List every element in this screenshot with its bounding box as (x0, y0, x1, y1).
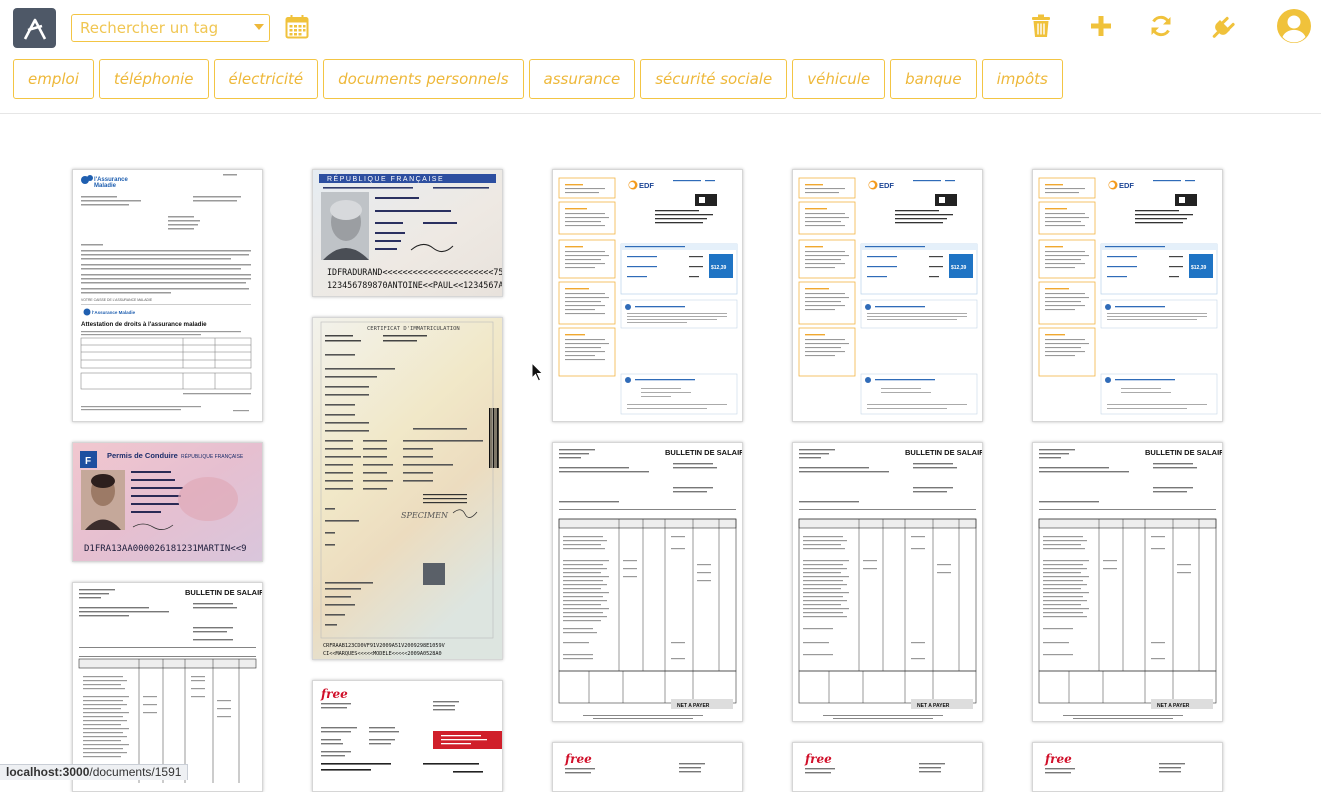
payslip-thumbnail: BULLETIN DE SALAIRE NET A PAYER (1033, 443, 1222, 721)
document-card-facture-edf[interactable]: EDF $12,39 (792, 169, 983, 422)
document-card-permis[interactable]: F Permis de Conduire RÉPUBLIQUE FRANÇAIS… (72, 442, 263, 562)
svg-text:Maladie: Maladie (94, 183, 117, 189)
refresh-icon[interactable] (1146, 10, 1176, 42)
chevron-down-icon[interactable] (254, 24, 264, 30)
svg-text:D1FRA13AA000026181231MARTIN<<9: D1FRA13AA000026181231MARTIN<<9 (84, 544, 247, 554)
svg-text:NET A PAYER: NET A PAYER (1157, 703, 1190, 709)
add-icon[interactable] (1086, 10, 1116, 42)
svg-text:VOTRE CAISSE DE L'ASSURANCE MA: VOTRE CAISSE DE L'ASSURANCE MALADIE (81, 298, 153, 302)
tag-button-electricite[interactable]: électricité (213, 59, 319, 99)
tag-button-emploi[interactable]: emploi (13, 59, 94, 99)
document-card-bulletin-salaire[interactable]: BULLETIN DE SALAIRE (72, 582, 263, 792)
edf-invoice-thumbnail: EDF $12,39 (553, 170, 742, 421)
svg-text:BULLETIN DE SALAIRE: BULLETIN DE SALAIRE (665, 448, 742, 457)
calendar-icon[interactable] (285, 14, 309, 39)
link-status-bar: localhost:3000/documents/1591 (0, 764, 189, 780)
payslip-thumbnail: BULLETIN DE SALAIRE NET A PAYER (553, 443, 742, 721)
svg-text:NET A PAYER: NET A PAYER (917, 703, 950, 709)
trash-icon[interactable] (1026, 10, 1056, 42)
svg-text:free: free (804, 752, 832, 766)
status-path: /documents/1591 (89, 765, 182, 779)
document-card-facture-edf[interactable]: EDF $12,39 (552, 169, 743, 422)
document-card-certificat-immatriculation[interactable]: CERTIFICAT D'IMMATRICULATION SPECIMEN CR… (312, 317, 503, 660)
document-card-facture-free[interactable]: free (792, 742, 983, 792)
status-host: localhost:3000 (6, 765, 90, 779)
tag-button-banque[interactable]: banque (890, 59, 977, 99)
top-bar (0, 0, 1321, 52)
document-card-bulletin-salaire[interactable]: BULLETIN DE SALAIRE NET A PAYER (792, 442, 983, 722)
svg-text:123456789870ANTOINE<<PAUL<<123: 123456789870ANTOINE<<PAUL<<1234567A1 (327, 280, 502, 290)
edf-invoice-thumbnail: EDF $12,39 (793, 170, 982, 421)
tag-button-impots[interactable]: impôts (981, 59, 1063, 99)
free-invoice-thumbnail: free (793, 743, 982, 791)
svg-text:BULLETIN DE SALAIRE: BULLETIN DE SALAIRE (1145, 448, 1222, 457)
svg-text:CRFRAAB123CD0VF91V2009A51V2009: CRFRAAB123CD0VF91V2009A51V2009298E1059V (323, 643, 445, 649)
free-invoice-thumbnail: free (1033, 743, 1222, 791)
svg-text:RÉPUBLIQUE FRANÇAISE: RÉPUBLIQUE FRANÇAISE (181, 453, 244, 460)
svg-text:NET A PAYER: NET A PAYER (677, 703, 710, 709)
svg-text:$12,39: $12,39 (711, 265, 727, 271)
svg-text:CERTIFICAT D'IMMATRICULATION: CERTIFICAT D'IMMATRICULATION (367, 326, 460, 332)
svg-text:free: free (564, 752, 592, 766)
tag-search-input[interactable] (72, 15, 250, 41)
svg-text:free: free (320, 687, 348, 701)
tag-filter-bar: emploi téléphonie électricité documents … (13, 59, 1063, 99)
mouse-cursor-icon (531, 361, 545, 382)
document-card-facture-free[interactable]: free (1032, 742, 1223, 792)
svg-text:IDFRADURAND<<<<<<<<<<<<<<<<<<<: IDFRADURAND<<<<<<<<<<<<<<<<<<<<<<75000 (327, 267, 502, 277)
id-card-thumbnail: RÉPUBLIQUE FRANÇAISE IDFRADURAND<<<<<<<<… (313, 170, 502, 296)
free-invoice-thumbnail: free (553, 743, 742, 791)
user-avatar-icon[interactable] (1276, 8, 1312, 44)
plug-icon[interactable] (1209, 10, 1239, 42)
document-card-facture-edf[interactable]: EDF $12,39 (1032, 169, 1223, 422)
svg-text:EDF: EDF (879, 181, 894, 190)
svg-text:Permis de Conduire: Permis de Conduire (107, 451, 178, 460)
document-card-attestation[interactable]: l'Assurance Maladie VOTRE CAISSE DE L'AS… (72, 169, 263, 422)
svg-text:RÉPUBLIQUE FRANÇAISE: RÉPUBLIQUE FRANÇAISE (327, 174, 444, 183)
svg-text:free: free (1044, 752, 1072, 766)
document-card-facture-free[interactable]: free (312, 680, 503, 792)
permis-thumbnail: F Permis de Conduire RÉPUBLIQUE FRANÇAIS… (73, 443, 262, 561)
document-card-bulletin-salaire[interactable]: BULLETIN DE SALAIRE NET A PAYER (552, 442, 743, 722)
svg-text:$12,39: $12,39 (1191, 265, 1207, 271)
lambda-logo-icon[interactable] (13, 8, 56, 48)
svg-text:BULLETIN DE SALAIRE: BULLETIN DE SALAIRE (185, 588, 262, 597)
svg-text:Attestation de droits à l'assu: Attestation de droits à l'assurance mala… (81, 321, 207, 328)
tag-button-documents-personnels[interactable]: documents personnels (323, 59, 524, 99)
tag-button-telephonie[interactable]: téléphonie (98, 59, 209, 99)
tag-button-vehicule[interactable]: véhicule (792, 59, 886, 99)
tag-button-assurance[interactable]: assurance (528, 59, 636, 99)
carte-grise-thumbnail: CERTIFICAT D'IMMATRICULATION SPECIMEN CR… (313, 318, 502, 659)
svg-text:F: F (85, 456, 91, 467)
svg-text:$12,39: $12,39 (951, 265, 967, 271)
document-card-carte-identite[interactable]: RÉPUBLIQUE FRANÇAISE IDFRADURAND<<<<<<<<… (312, 169, 503, 297)
free-invoice-thumbnail: free (313, 681, 502, 791)
document-card-facture-free[interactable]: free (552, 742, 743, 792)
attestation-thumbnail: l'Assurance Maladie VOTRE CAISSE DE L'AS… (73, 170, 262, 421)
svg-text:EDF: EDF (1119, 181, 1134, 190)
svg-text:CI<<MARQUES<<<<<MODELE<<<<<200: CI<<MARQUES<<<<<MODELE<<<<<2009A0528A0 (323, 651, 442, 657)
svg-text:BULLETIN DE SALAIRE: BULLETIN DE SALAIRE (905, 448, 982, 457)
svg-text:EDF: EDF (639, 181, 654, 190)
tag-button-securite-sociale[interactable]: sécurité sociale (640, 59, 788, 99)
svg-text:SPECIMEN: SPECIMEN (401, 511, 449, 520)
tag-search-select[interactable] (71, 14, 270, 42)
edf-invoice-thumbnail: EDF $12,39 (1033, 170, 1222, 421)
svg-text:l'Assurance Maladie: l'Assurance Maladie (92, 310, 136, 315)
payslip-thumbnail: BULLETIN DE SALAIRE NET A PAYER (793, 443, 982, 721)
document-card-bulletin-salaire[interactable]: BULLETIN DE SALAIRE NET A PAYER (1032, 442, 1223, 722)
payslip-thumbnail: BULLETIN DE SALAIRE (73, 583, 262, 791)
header-divider (0, 113, 1321, 114)
